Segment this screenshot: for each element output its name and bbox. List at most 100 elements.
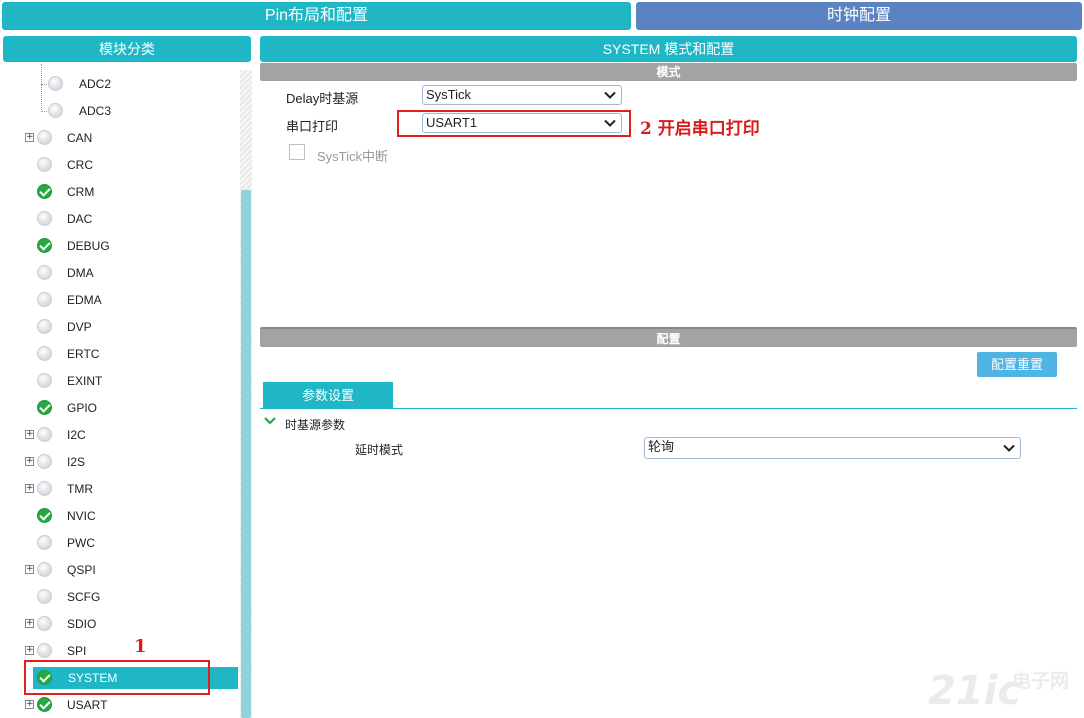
status-circle-icon [37, 535, 52, 550]
tree-item-edma[interactable]: EDMA [3, 289, 237, 311]
tree-item-label: TMR [67, 482, 93, 496]
tree-item-dvp[interactable]: DVP [3, 316, 237, 338]
tree-item-label: EXINT [67, 374, 103, 388]
check-circle-icon [37, 238, 52, 253]
delay-source-value: SysTick [426, 87, 472, 102]
expand-plus-icon[interactable]: + [25, 430, 34, 439]
tree-item-crm[interactable]: CRM [3, 181, 237, 203]
tree-item-label: DMA [67, 266, 94, 280]
status-circle-icon [37, 616, 52, 631]
tree-item-i2s[interactable]: + I2S [3, 451, 237, 473]
tree-item-label: DAC [67, 212, 93, 226]
config-reset-button[interactable]: 配置重置 [977, 352, 1057, 377]
watermark-text: 电子网 [1012, 671, 1070, 692]
chevron-down-icon [604, 91, 616, 99]
check-circle-icon [37, 508, 52, 523]
mode-section-title: 模式 [260, 63, 1077, 81]
params-tab-divider [260, 408, 1077, 409]
tree-item-label: I2S [67, 455, 86, 469]
check-circle-icon [37, 400, 52, 415]
tree-item-label: GPIO [67, 401, 98, 415]
tree-item-label: PWC [67, 536, 95, 550]
status-circle-icon [37, 157, 52, 172]
tree-item-label: CRM [67, 185, 95, 199]
tree-item-label: DVP [67, 320, 92, 334]
tree-item-debug[interactable]: DEBUG [3, 235, 237, 257]
check-circle-icon [37, 184, 52, 199]
tab-clock-config[interactable]: 时钟配置 [636, 2, 1082, 30]
tree-item-i2c[interactable]: + I2C [3, 424, 237, 446]
annotation-box-serial-print [397, 110, 631, 137]
status-circle-icon [37, 454, 52, 469]
status-circle-icon [37, 589, 52, 604]
status-circle-icon [37, 643, 52, 658]
status-circle-icon [37, 319, 52, 334]
chevron-down-icon [1003, 444, 1015, 452]
expand-plus-icon[interactable]: + [25, 619, 34, 628]
expand-plus-icon[interactable]: + [25, 133, 34, 142]
tree-item-dac[interactable]: DAC [3, 208, 237, 230]
module-tree: ADC2 ADC3 + CAN CRC CRM DAC DEBUG DMA EDMA DVP ERTC… [3, 64, 252, 718]
site-watermark-logo: 21ic 电子网 [928, 662, 1078, 716]
annotation-box-system [24, 660, 210, 695]
status-circle-icon [37, 265, 52, 280]
expand-plus-icon[interactable]: + [25, 457, 34, 466]
delay-source-select[interactable]: SysTick [422, 85, 622, 105]
expand-plus-icon[interactable]: + [25, 484, 34, 493]
tree-item-sdio[interactable]: + SDIO [3, 613, 237, 635]
tree-item-label: CRC [67, 158, 93, 172]
system-mode-config-header: SYSTEM 模式和配置 [260, 36, 1077, 62]
tree-item-dma[interactable]: DMA [3, 262, 237, 284]
expand-plus-icon[interactable]: + [25, 565, 34, 574]
chevron-down-icon[interactable] [263, 414, 277, 428]
tree-item-adc2[interactable]: ADC2 [3, 73, 237, 95]
tree-item-label: ADC3 [79, 104, 112, 118]
tree-item-label: I2C [67, 428, 86, 442]
delay-mode-select[interactable]: 轮询 [644, 437, 1021, 459]
annotation-step1: 1 [134, 636, 147, 657]
delay-mode-label: 延时模式 [355, 443, 404, 457]
status-circle-icon [37, 562, 52, 577]
tree-item-label: SPI [67, 644, 87, 658]
tree-item-pwc[interactable]: PWC [3, 532, 237, 554]
tree-item-tmr[interactable]: + TMR [3, 478, 237, 500]
tree-item-label: NVIC [67, 509, 96, 523]
serial-print-label: 串口打印 [286, 119, 339, 134]
tree-item-crc[interactable]: CRC [3, 154, 237, 176]
tree-item-usart[interactable]: + USART [3, 694, 237, 716]
status-circle-icon [37, 481, 52, 496]
timebase-params-group-label: 时基源参数 [285, 418, 346, 432]
status-circle-icon [37, 373, 52, 388]
tree-item-label: USART [67, 698, 108, 712]
tree-item-qspi[interactable]: + QSPI [3, 559, 237, 581]
status-circle-icon [48, 76, 63, 91]
config-section-title: 配置 [260, 327, 1077, 347]
watermark-text: 21ic [928, 668, 1022, 714]
delay-source-label: Delay时基源 [286, 91, 359, 106]
tree-item-label: SCFG [67, 590, 101, 604]
tree-item-ertc[interactable]: ERTC [3, 343, 237, 365]
tree-item-can[interactable]: + CAN [3, 127, 237, 149]
status-circle-icon [37, 427, 52, 442]
tree-item-label: QSPI [67, 563, 96, 577]
tab-parameter-settings[interactable]: 参数设置 [263, 382, 393, 409]
expand-plus-icon[interactable]: + [25, 700, 34, 709]
check-circle-icon [37, 697, 52, 712]
tab-pin-layout[interactable]: Pin布局和配置 [2, 2, 631, 30]
delay-mode-value: 轮询 [648, 439, 675, 454]
tree-item-gpio[interactable]: GPIO [3, 397, 237, 419]
tree-item-label: CAN [67, 131, 93, 145]
status-circle-icon [48, 103, 63, 118]
systick-interrupt-checkbox[interactable] [289, 144, 305, 160]
tree-item-adc3[interactable]: ADC3 [3, 100, 237, 122]
tree-scrollbar-thumb[interactable] [241, 190, 251, 718]
expand-plus-icon[interactable]: + [25, 646, 34, 655]
tree-item-exint[interactable]: EXINT [3, 370, 237, 392]
tree-item-label: DEBUG [67, 239, 110, 253]
module-category-header: 模块分类 [3, 36, 251, 62]
tree-item-scfg[interactable]: SCFG [3, 586, 237, 608]
tree-item-spi[interactable]: + SPI [3, 640, 237, 662]
tree-item-nvic[interactable]: NVIC [3, 505, 237, 527]
systick-interrupt-label: SysTick中断 [317, 149, 389, 164]
status-circle-icon [37, 130, 52, 145]
